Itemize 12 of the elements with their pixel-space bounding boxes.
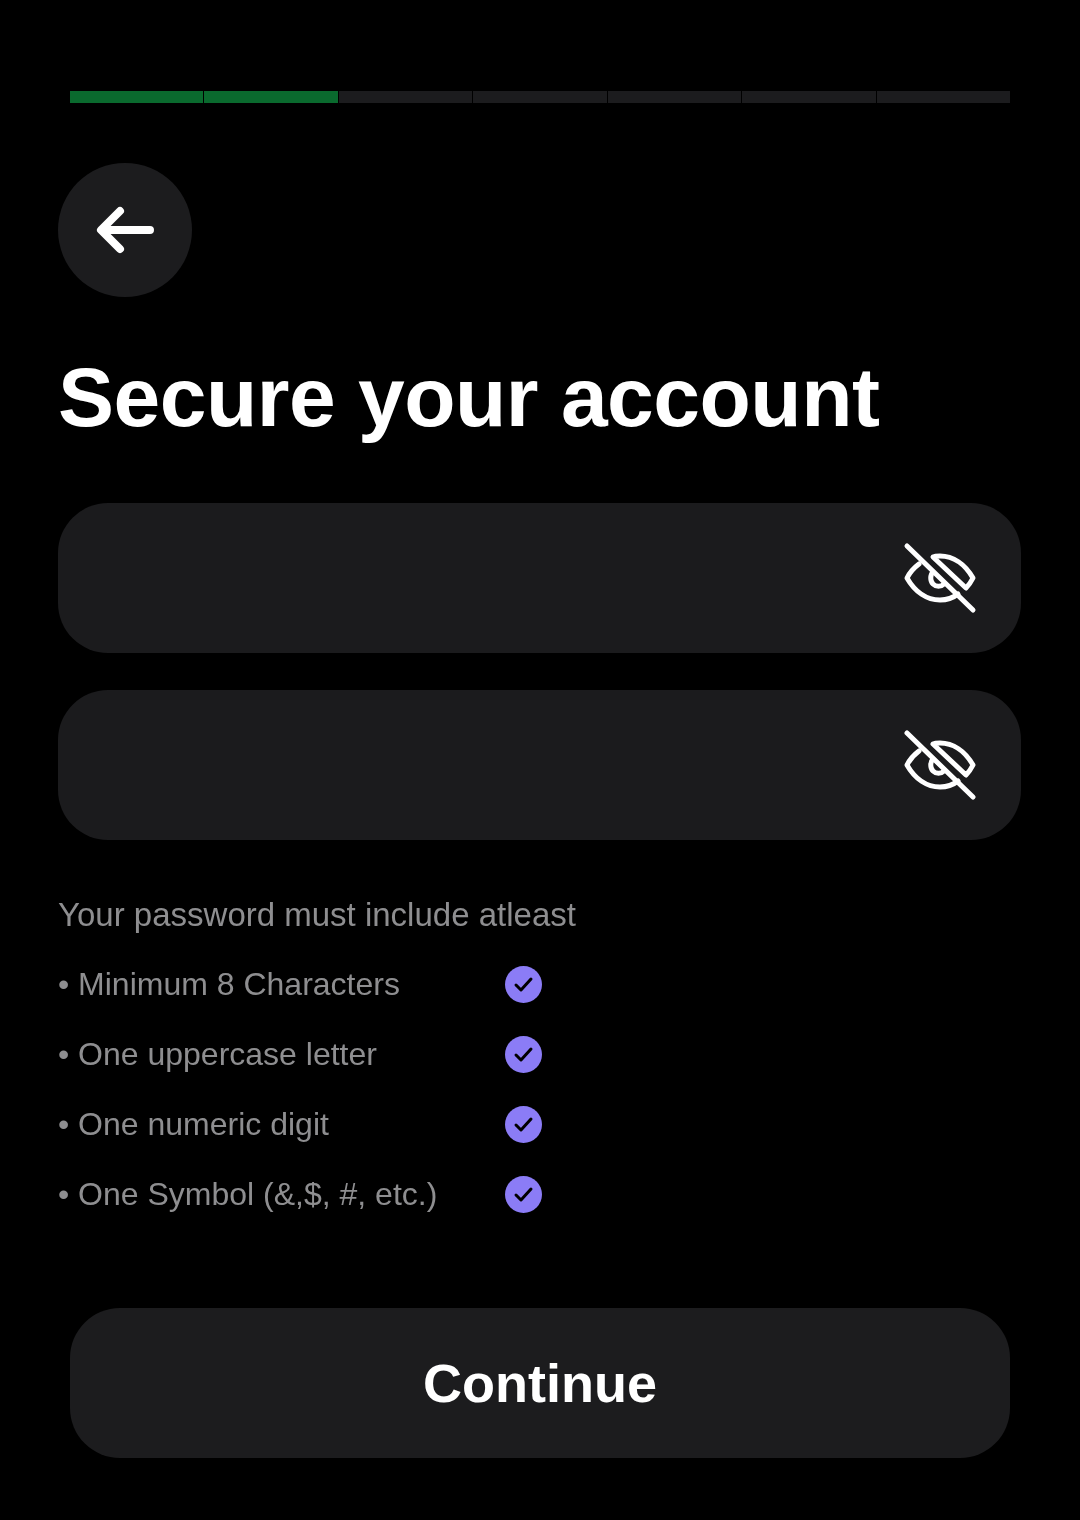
page-title: Secure your account	[58, 351, 880, 444]
hide-password-icon[interactable]	[903, 542, 977, 615]
requirements-heading: Your password must include atleast	[58, 896, 576, 935]
arrow-left-icon	[96, 206, 154, 254]
requirement-text: • One Symbol (&,$, #, etc.)	[58, 1176, 439, 1213]
hide-password-icon[interactable]	[903, 729, 977, 802]
password-field[interactable]	[58, 503, 1021, 654]
password-field[interactable]	[58, 690, 1021, 841]
continue-button[interactable]: Continue	[70, 1308, 1010, 1459]
requirement-text: • One numeric digit	[58, 1106, 330, 1143]
requirement-text: • Minimum 8 Characters	[58, 966, 401, 1003]
requirement-text: • One uppercase letter	[58, 1036, 378, 1073]
